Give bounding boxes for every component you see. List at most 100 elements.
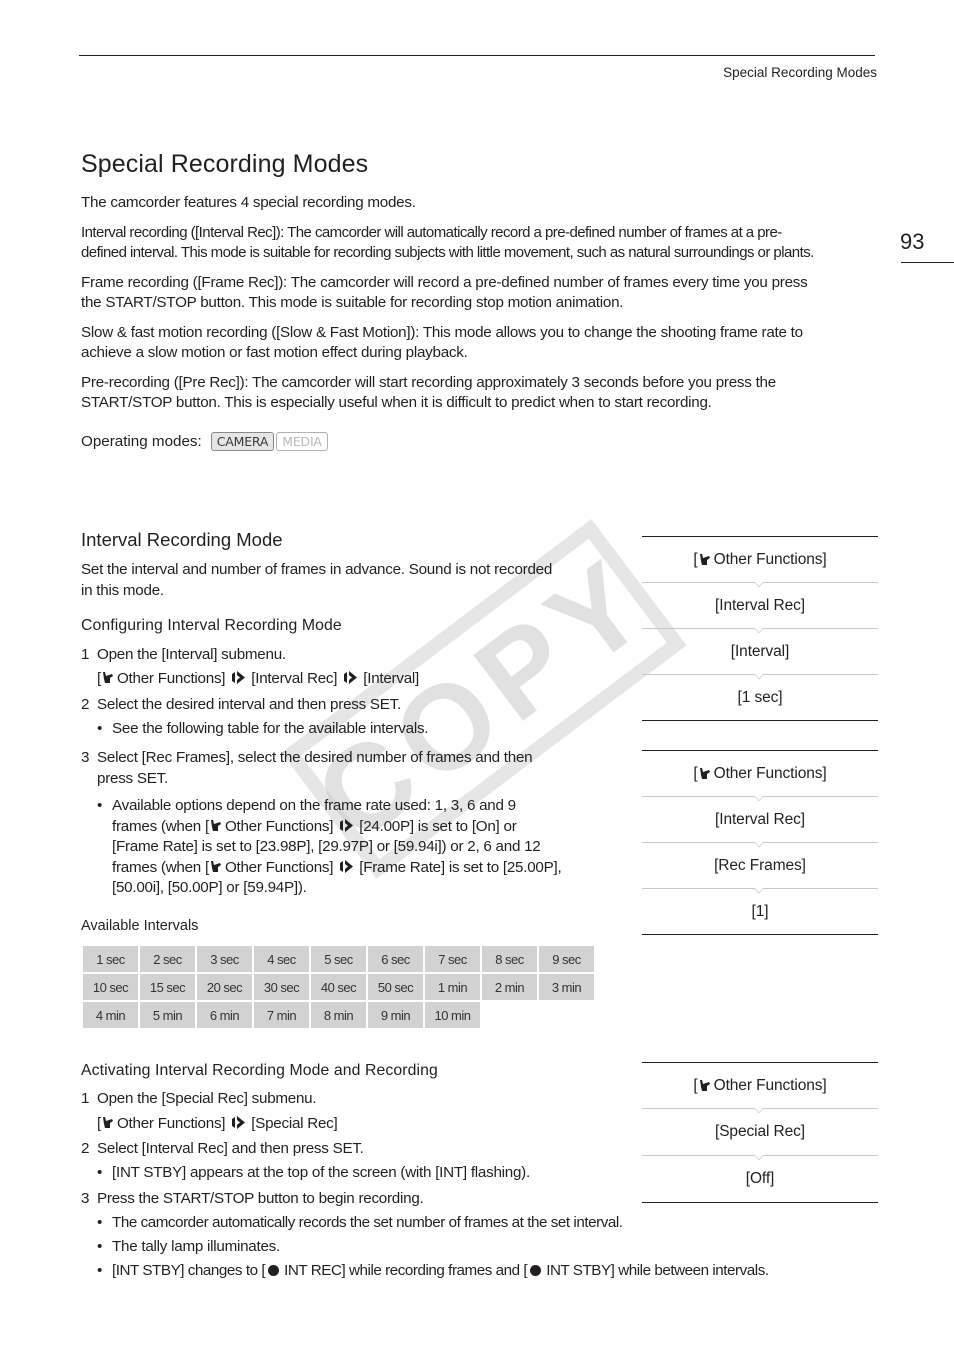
menu-step: [Interval Rec]	[642, 796, 878, 842]
operating-modes: Operating modes: CAMERA MEDIA	[81, 432, 328, 451]
interval-cell: 6 sec	[366, 944, 425, 974]
empty-cell	[537, 1000, 596, 1030]
intervals-row: 1 sec 2 sec 3 sec 4 sec 5 sec 6 sec 7 sec 8 sec…	[81, 944, 596, 974]
activate-step-3-bullet: • The tally lamp illuminates.	[97, 1237, 897, 1258]
menu-step: [Other Functions]	[642, 751, 878, 796]
interval-cell: 1 sec	[81, 944, 140, 974]
interval-cell: 1 min	[423, 972, 482, 1002]
menu-step-label: Other Functions]	[713, 550, 827, 568]
menu-step: [Special Rec]	[642, 1108, 878, 1155]
camera-mode-badge: CAMERA	[210, 432, 275, 451]
wrench-icon	[210, 819, 221, 831]
menu-step: [Rec Frames]	[642, 842, 878, 888]
text-fragment: INT REC] while recording frames and [	[284, 1262, 528, 1279]
text-line: achieve a slow motion or fast motion eff…	[81, 344, 468, 361]
config-step-1: 1 Open the [Interval] submenu.	[81, 645, 611, 666]
text-line: [50.00i], [50.00P] or [59.94P]).	[112, 879, 307, 896]
running-head: Special Recording Modes	[723, 65, 877, 80]
step-text: Select [Rec Frames], select the desired …	[97, 749, 533, 766]
menu-step-label: Other Functions]	[713, 1076, 827, 1094]
interval-cell: 40 sec	[309, 972, 368, 1002]
interval-cell: 7 sec	[423, 944, 482, 974]
text-line: in this mode.	[81, 581, 164, 599]
bullet-dot: •	[97, 1238, 103, 1255]
text-line: Available options depend on the frame ra…	[112, 797, 516, 814]
mode-description-interval: Interval recording ([Interval Rec]): The…	[81, 223, 881, 263]
bullet-dot: •	[97, 797, 103, 814]
step-number: 3	[81, 749, 90, 766]
wrench-icon	[699, 554, 710, 565]
menu-path-interval: [Other Functions] [Interval Rec] [Interv…	[642, 536, 878, 721]
step-text: press SET.	[97, 769, 168, 787]
menu-step: [Interval]	[642, 628, 878, 674]
interval-cell: 5 min	[138, 1000, 197, 1030]
intro-lead: The camcorder features 4 special recordi…	[81, 194, 416, 211]
arrow-right-icon	[344, 671, 358, 684]
mode-description-slow-fast: Slow & fast motion recording ([Slow & Fa…	[81, 323, 881, 363]
interval-cell: 9 sec	[537, 944, 596, 974]
interval-cell: 3 min	[537, 972, 596, 1002]
wrench-icon	[699, 768, 710, 779]
step-text: Open the [Special Rec] submenu.	[97, 1090, 317, 1107]
arrow-right-icon	[340, 859, 354, 873]
operating-modes-label: Operating modes:	[81, 433, 202, 450]
step-text: Select the desired interval and then pre…	[97, 696, 401, 713]
wrench-icon	[102, 672, 113, 683]
interval-description: Set the interval and number of frames in…	[81, 560, 611, 601]
step-number: 2	[81, 1140, 90, 1157]
menu-step: [Other Functions]	[642, 1063, 878, 1108]
page-number-rule	[901, 262, 954, 263]
path-item: Other Functions]	[116, 1115, 226, 1132]
interval-cell: 9 min	[366, 1000, 425, 1030]
menu-step: [Off]	[642, 1155, 878, 1202]
text-fragment: [24.00P] is set to [On] or	[359, 817, 517, 835]
step-number: 3	[81, 1190, 90, 1207]
empty-cell	[480, 1000, 539, 1030]
text-line: Slow & fast motion recording ([Slow & Fa…	[81, 324, 803, 341]
interval-cell: 5 sec	[309, 944, 368, 974]
text-line: the START/STOP button. This mode is suit…	[81, 294, 624, 311]
text-fragment: Other Functions]	[224, 858, 334, 876]
activate-step-2-bullet: • [INT STBY] appears at the top of the s…	[97, 1163, 607, 1184]
config-step-2: 2 Select the desired interval and then pr…	[81, 695, 611, 716]
interval-cell: 8 sec	[480, 944, 539, 974]
bullet-dot: •	[97, 1214, 102, 1231]
interval-cell: 7 min	[252, 1000, 311, 1030]
step-text: Open the [Interval] submenu.	[97, 646, 286, 663]
config-step-3: 3 Select [Rec Frames], select the desired…	[81, 748, 611, 789]
path-item: [Interval Rec]	[251, 670, 338, 687]
media-mode-badge: MEDIA	[276, 432, 328, 451]
wrench-icon	[699, 1080, 710, 1091]
activate-step-2: 2 Select [Interval Rec] and then press SE…	[81, 1139, 611, 1160]
bullet-dot: •	[97, 1262, 102, 1279]
interval-cell: 50 sec	[366, 972, 425, 1002]
text-line: frames (when [ Other Functions] [Frame Rat…	[112, 858, 607, 879]
text-line: frames (when [ Other Functions] [24.00P] i…	[112, 817, 607, 838]
text-line: Set the interval and number of frames in…	[81, 561, 553, 578]
interval-cell: 2 min	[480, 972, 539, 1002]
text-fragment: frames (when [	[112, 858, 209, 876]
bullet-text: See the following table for the availabl…	[112, 720, 429, 737]
intervals-row: 4 min 5 min 6 min 7 min 8 min 9 min 10 min	[81, 1000, 596, 1030]
menu-step-label: Other Functions]	[713, 764, 827, 782]
text-fragment: frames (when [	[112, 817, 209, 835]
menu-path-rec-frames: [Other Functions] [Interval Rec] [Rec Fr…	[642, 750, 878, 935]
activate-step-3-bullet: • The camcorder automatically records th…	[97, 1213, 897, 1234]
subheading-activating: Activating Interval Recording Mode and R…	[81, 1062, 438, 1079]
activate-step-3-bullet: • [INT STBY] changes to [INT REC] while …	[97, 1261, 897, 1282]
text-fragment: [Frame Rate] is set to [25.00P],	[359, 858, 562, 876]
text-fragment: INT STBY] while between intervals.	[546, 1262, 769, 1279]
wrench-icon	[210, 860, 221, 872]
menu-step: [1]	[642, 888, 878, 934]
mode-description-pre-rec: Pre-recording ([Pre Rec]): The camcorder…	[81, 373, 881, 413]
text-line: START/STOP button. This is especially us…	[81, 394, 712, 411]
text-line: Frame recording ([Frame Rec]): The camco…	[81, 274, 808, 291]
text-fragment: Other Functions]	[224, 817, 334, 835]
bullet-dot: •	[97, 1164, 103, 1181]
text-line: [Frame Rate] is set to [23.98P], [29.97P…	[112, 838, 541, 855]
page-title: Special Recording Modes	[81, 150, 369, 178]
interval-cell: 6 min	[195, 1000, 254, 1030]
interval-cell: 8 min	[309, 1000, 368, 1030]
step-text: Press the START/STOP button to begin rec…	[97, 1190, 424, 1207]
step-number: 1	[81, 646, 90, 663]
